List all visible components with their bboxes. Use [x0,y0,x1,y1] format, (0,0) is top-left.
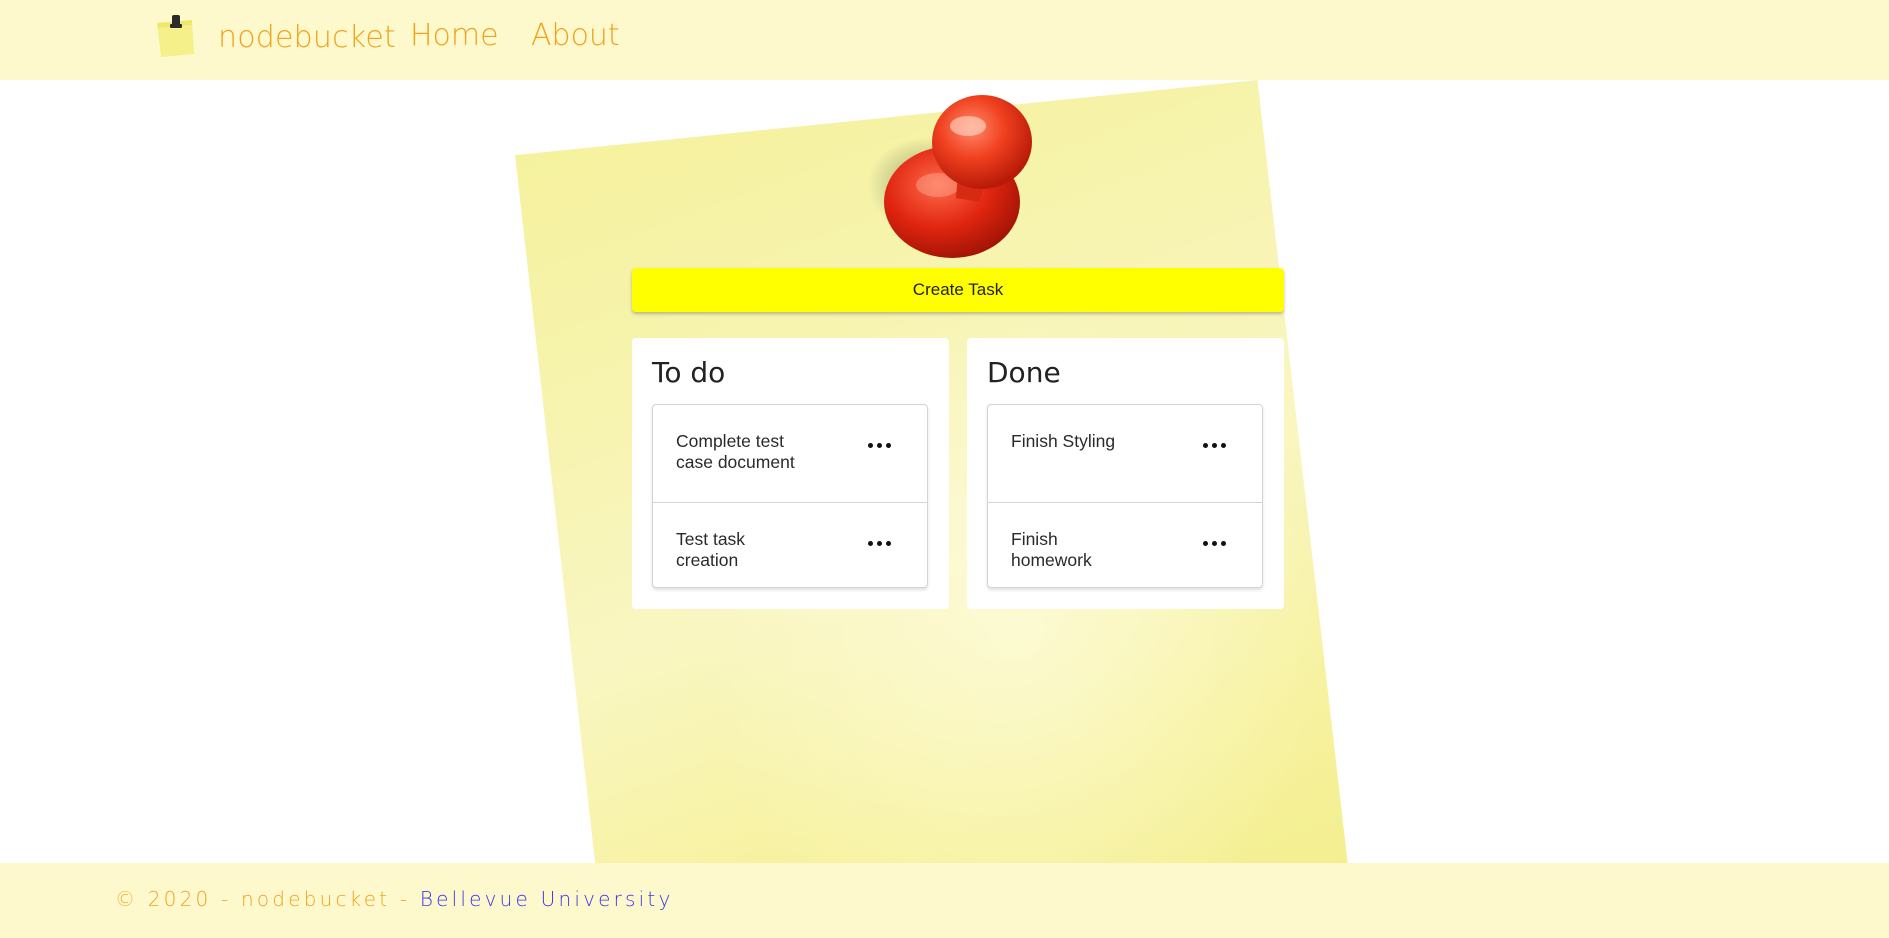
brand-link[interactable]: nodebucket [152,14,396,60]
todo-title: To do [652,356,726,389]
footer: © 2020 - nodebucket - Bellevue Universit… [0,863,1889,938]
more-horizontal-icon[interactable] [1200,531,1228,555]
more-horizontal-icon[interactable] [865,531,893,555]
done-title: Done [987,356,1061,389]
nav-home-link[interactable]: Home [410,18,499,53]
top-navbar: nodebucket Home About [0,0,1889,80]
todo-task-list: Complete test case document Test task cr… [652,404,928,588]
task-text: Finish Styling [1011,431,1116,451]
more-horizontal-icon[interactable] [1200,433,1228,457]
task-card[interactable]: Finish Styling [988,405,1262,502]
task-card[interactable]: Test task creation [653,502,927,587]
more-horizontal-icon[interactable] [865,433,893,457]
brand-name: nodebucket [218,19,396,55]
nav-about-link[interactable]: About [531,18,620,53]
task-card[interactable]: Finish homework [988,502,1262,587]
create-task-button[interactable]: Create Task [632,268,1284,312]
footer-text: © 2020 - nodebucket - Bellevue Universit… [115,887,674,911]
todo-panel: To do Complete test case document Test t… [632,338,949,609]
task-card[interactable]: Complete test case document [653,405,927,502]
bellevue-university-link[interactable]: Bellevue University [420,887,674,911]
task-text: Finish homework [1011,529,1092,570]
done-panel: Done Finish Styling Finish homework [967,338,1284,609]
task-text: Complete test case document [676,431,795,472]
done-task-list: Finish Styling Finish homework [987,404,1263,588]
push-pin-icon [868,95,1032,258]
task-text: Test task creation [676,529,746,570]
sticky-note-clip-icon [157,15,194,57]
copyright-text: © 2020 - nodebucket - [115,887,420,911]
